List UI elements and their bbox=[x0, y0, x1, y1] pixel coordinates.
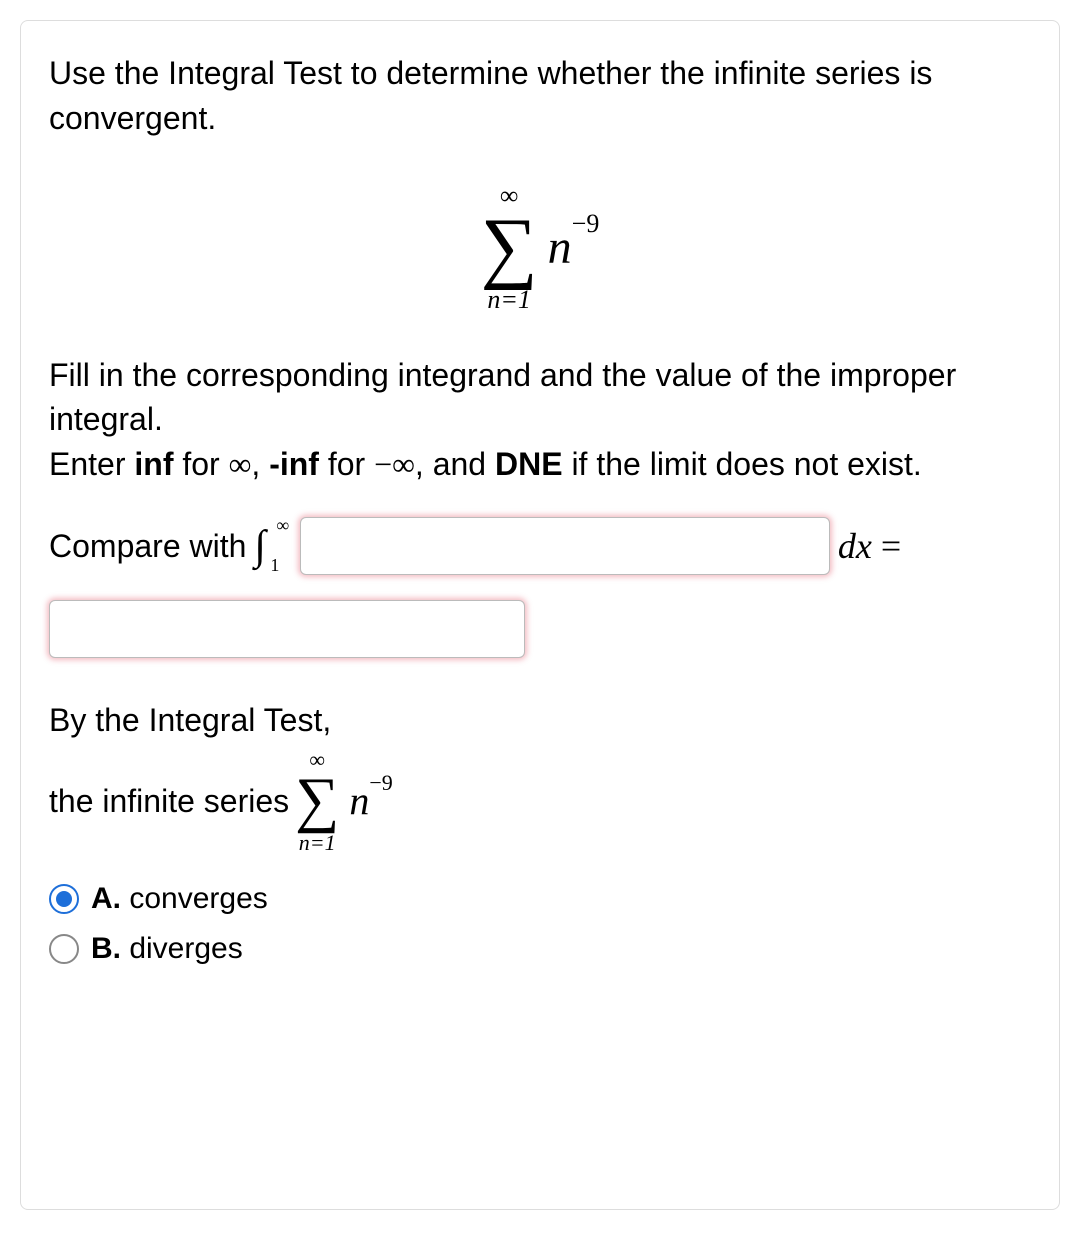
series-line: the infinite series ∞ ∑ n=1 n−9 bbox=[49, 749, 1031, 855]
dx-label: dx = bbox=[838, 521, 901, 571]
integral-value-input[interactable] bbox=[49, 600, 525, 658]
option-b[interactable]: B. diverges bbox=[49, 928, 1031, 970]
summation-block-small: ∞ ∑ n=1 n−9 bbox=[295, 749, 393, 855]
sigma-icon: ∑ bbox=[481, 211, 538, 283]
radio-a[interactable] bbox=[49, 884, 79, 914]
by-integral-test: By the Integral Test, bbox=[49, 698, 1031, 743]
question-card: Use the Integral Test to determine wheth… bbox=[20, 20, 1060, 1210]
compare-line: Compare with ∫ ∞ 1 dx = bbox=[49, 517, 1031, 658]
integrand-input[interactable] bbox=[300, 517, 830, 575]
integral-icon: ∫ ∞ 1 bbox=[254, 517, 266, 576]
series-label: the infinite series bbox=[49, 779, 289, 824]
sum-term: n−9 bbox=[548, 214, 600, 281]
radio-b[interactable] bbox=[49, 934, 79, 964]
option-a[interactable]: A. converges bbox=[49, 878, 1031, 920]
compare-label: Compare with bbox=[49, 524, 246, 569]
sigma-icon: ∑ bbox=[295, 773, 339, 829]
sum-lower: n=1 bbox=[487, 287, 531, 313]
options-group: A. converges B. diverges bbox=[49, 878, 1031, 970]
summation-block: ∞ ∑ n=1 n−9 bbox=[481, 183, 600, 313]
series-display: ∞ ∑ n=1 n−9 bbox=[49, 171, 1031, 313]
instructions: Fill in the corresponding integrand and … bbox=[49, 353, 1031, 487]
prompt-text: Use the Integral Test to determine wheth… bbox=[49, 51, 1031, 141]
